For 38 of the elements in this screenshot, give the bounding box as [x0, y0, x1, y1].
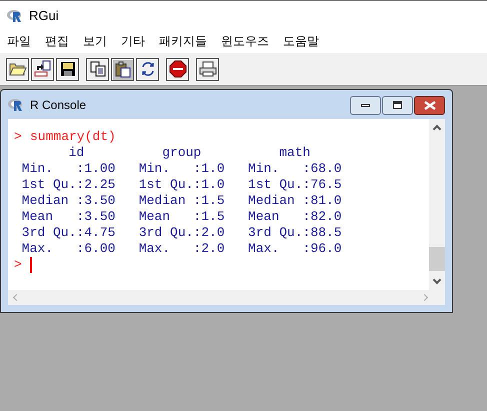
r-logo-icon — [7, 9, 23, 22]
vertical-scrollbar[interactable] — [429, 119, 445, 290]
paste-icon[interactable] — [111, 58, 134, 80]
menu-item[interactable]: 기타 — [121, 32, 145, 50]
command-text: summary(dt) — [30, 129, 116, 145]
horizontal-scrollbar[interactable] — [8, 290, 445, 305]
minimize-button[interactable] — [350, 96, 381, 114]
text-cursor — [30, 257, 32, 273]
output-text: Mean :3.50 Mean :1.5 Mean :82.0 — [20, 209, 343, 225]
printer-icon[interactable] — [196, 58, 219, 80]
console-title: R Console — [30, 96, 88, 114]
r-logo-icon — [8, 98, 24, 111]
prompt-symbol: > — [14, 257, 23, 273]
load-document-icon[interactable] — [31, 58, 54, 80]
menu-item[interactable]: 윈도우즈 — [221, 32, 269, 50]
refresh-icon[interactable] — [136, 58, 159, 80]
scrollbar-thumb[interactable] — [429, 247, 445, 271]
close-icon — [424, 100, 436, 110]
output-text: id group math — [68, 145, 312, 161]
output-text: Max. :6.00 Max. :2.0 Max. :96.0 — [20, 241, 343, 257]
menu-item[interactable]: 편집 — [45, 32, 69, 50]
output-text: 1st Qu.:2.25 1st Qu.:1.0 1st Qu.:76.5 — [20, 177, 343, 193]
restore-icon — [393, 101, 402, 109]
menu-item[interactable]: 보기 — [83, 32, 107, 50]
output-text: Median :3.50 Median :1.5 Median :81.0 — [20, 193, 343, 209]
prompt-symbol: > — [14, 129, 23, 145]
open-folder-icon[interactable] — [6, 58, 29, 80]
window-title: RGui — [29, 6, 59, 25]
stop-sign-icon[interactable] — [166, 58, 189, 80]
copy-icon[interactable] — [86, 58, 109, 80]
output-text: Min. :1.00 Min. :1.0 Min. :68.0 — [20, 161, 343, 177]
menu-item[interactable]: 패키지들 — [159, 32, 207, 50]
minimize-icon — [361, 104, 370, 106]
menu-item[interactable]: 파일 — [7, 32, 31, 50]
close-button[interactable] — [414, 96, 445, 114]
menu-item[interactable]: 도움말 — [283, 32, 319, 50]
maximize-button[interactable] — [382, 96, 413, 114]
output-text: 3rd Qu.:4.75 3rd Qu.:2.0 3rd Qu.:88.5 — [20, 225, 343, 241]
